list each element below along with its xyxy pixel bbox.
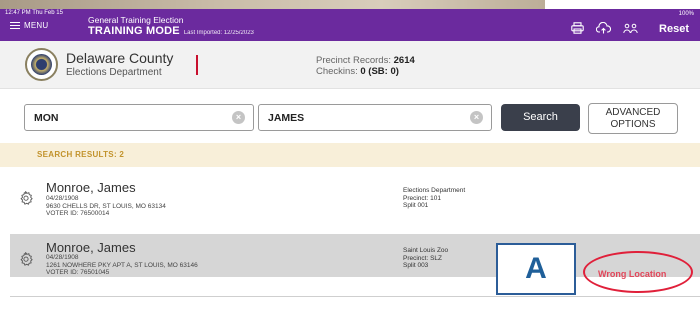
gear-icon[interactable]	[19, 252, 33, 266]
battery-status: 100%	[678, 11, 694, 17]
voter-id: VOTER ID: 76501045	[46, 269, 110, 276]
voter-row[interactable]: Monroe, James 04/28/1908 9630 CHELLS DR,…	[10, 170, 700, 225]
voter-details: 04/28/1908 9630 CHELLS DR, ST LOUIS, MO …	[46, 195, 166, 218]
annotation-label: A	[496, 243, 576, 295]
divider-line	[10, 296, 700, 297]
search-results-count: SEARCH RESULTS: 2	[37, 150, 125, 159]
voter-name: Monroe, James	[46, 240, 136, 255]
app-screen: 12:47 PM Thu Feb 15 100% MENU General Tr…	[0, 0, 700, 329]
precinct-records-value: 2614	[393, 55, 415, 66]
precinct-stats: Precinct Records: 2614 Checkins: 0 (SB: …	[316, 55, 415, 77]
last-imported: Last Imported: 12/25/2023	[183, 30, 254, 36]
precinct-records-label: Precinct Records:	[316, 55, 391, 66]
divider	[196, 55, 198, 75]
last-name-input[interactable]: MON ×	[24, 104, 254, 131]
search-results-header: SEARCH RESULTS: 2	[0, 143, 700, 167]
users-icon[interactable]	[623, 23, 638, 34]
status-time: 12:47 PM Thu Feb 15	[5, 10, 63, 16]
background-photo-strip	[0, 0, 545, 9]
location-precinct: Precinct: SLZ	[403, 254, 443, 262]
top-icons	[571, 22, 638, 34]
reset-button[interactable]: Reset	[659, 23, 689, 35]
gear-icon[interactable]	[19, 191, 33, 205]
hamburger-icon	[10, 21, 20, 30]
printer-icon[interactable]	[571, 22, 584, 34]
voter-id: VOTER ID: 76500014	[46, 210, 110, 217]
county-seal-logo	[25, 48, 58, 81]
menu-label: MENU	[24, 21, 49, 30]
checkins-value: 0 (SB: 0)	[360, 66, 399, 77]
top-bar: 12:47 PM Thu Feb 15 100% MENU General Tr…	[0, 9, 700, 41]
location-precinct: Precinct: 101	[403, 194, 441, 202]
highlight-ellipse	[583, 251, 693, 293]
voter-dob: 04/28/1908	[46, 195, 79, 202]
cloud-upload-icon[interactable]	[596, 22, 611, 34]
voter-name: Monroe, James	[46, 180, 136, 195]
advanced-label-line2: OPTIONS	[610, 119, 656, 130]
clear-first-name-icon[interactable]: ×	[470, 111, 483, 124]
training-mode-label: TRAINING MODE	[88, 25, 180, 37]
voter-dob: 04/28/1908	[46, 254, 79, 261]
location-split: Split 003	[403, 262, 429, 269]
voter-location: Saint Louis Zoo Precinct: SLZ Split 003	[403, 247, 448, 270]
voter-location: Elections Department Precinct: 101 Split…	[403, 187, 465, 210]
county-name: Delaware County	[66, 50, 174, 66]
menu-button[interactable]: MENU	[10, 21, 48, 30]
first-name-input[interactable]: JAMES ×	[258, 104, 492, 131]
advanced-options-button[interactable]: ADVANCED OPTIONS	[588, 103, 678, 134]
last-name-value: MON	[34, 112, 59, 124]
first-name-value: JAMES	[268, 112, 305, 124]
advanced-label-line1: ADVANCED	[605, 107, 661, 118]
department-name: Elections Department	[66, 67, 162, 78]
voter-address: 1261 NOWHERE PKY APT A, ST LOUIS, MO 631…	[46, 261, 198, 269]
checkins-label: Checkins:	[316, 66, 358, 77]
location-split: Split 001	[403, 202, 429, 209]
mode-line: TRAINING MODE Last Imported: 12/25/2023	[88, 25, 254, 37]
clear-last-name-icon[interactable]: ×	[232, 111, 245, 124]
election-name: General Training Election	[88, 15, 184, 25]
search-button[interactable]: Search	[501, 104, 580, 131]
county-header: Delaware County Elections Department Pre…	[0, 41, 700, 89]
location-name: Elections Department	[403, 187, 466, 194]
voter-address: 9630 CHELLS DR, ST LOUIS, MO 63134	[46, 202, 166, 210]
voter-details: 04/28/1908 1261 NOWHERE PKY APT A, ST LO…	[46, 254, 198, 277]
location-name: Saint Louis Zoo	[403, 247, 449, 254]
